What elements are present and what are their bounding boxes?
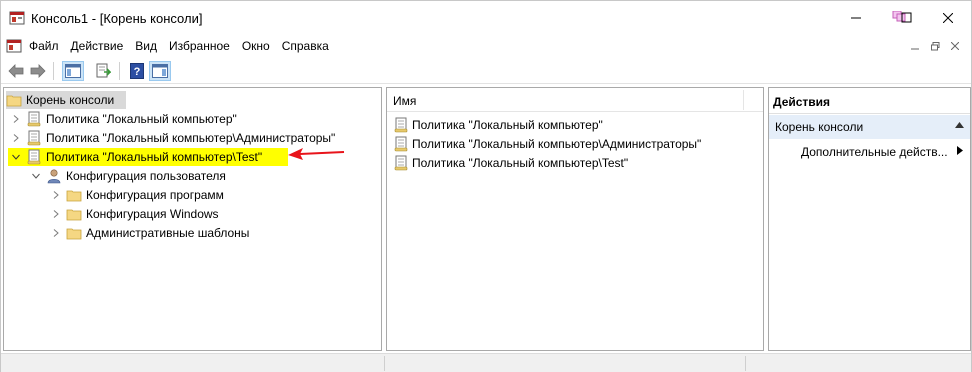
show-hide-tree-icon[interactable] — [62, 61, 84, 81]
tree-root-label: Корень консоли — [26, 93, 115, 107]
folder-icon — [6, 92, 22, 108]
list-item[interactable]: Политика "Локальный компьютер\Администра… — [393, 135, 701, 153]
mmc-window: Консоль1 - [Корень консоли] Файл Действи… — [0, 0, 972, 372]
policy-scroll-icon — [26, 130, 42, 146]
list-item[interactable]: Политика "Локальный компьютер" — [393, 116, 603, 134]
chevron-right-icon[interactable] — [50, 191, 62, 199]
actions-section-label: Корень консоли — [775, 120, 864, 134]
policy-scroll-icon — [26, 111, 42, 127]
action-more-actions[interactable]: Дополнительные действ... — [801, 145, 948, 159]
policy-scroll-icon — [393, 136, 409, 152]
tree-item-label: Политика "Локальный компьютер\Test" — [46, 150, 263, 164]
policy-scroll-icon — [393, 155, 409, 171]
submenu-arrow-icon[interactable] — [957, 146, 963, 155]
svg-text:?: ? — [134, 66, 141, 78]
results-pane[interactable]: Имя Политика "Локальный компьютер" Полит… — [386, 87, 764, 351]
chevron-down-icon[interactable] — [30, 173, 42, 179]
child-restore-button[interactable] — [925, 39, 945, 53]
tree-item-label: Конфигурация программ — [86, 188, 224, 202]
maximize-button[interactable] — [879, 1, 925, 35]
user-icon — [46, 168, 62, 184]
window-title: Консоль1 - [Корень консоли] — [31, 11, 203, 26]
chevron-right-icon[interactable] — [10, 134, 22, 142]
menu-bar: Файл Действие Вид Избранное Окно Справка — [1, 35, 971, 57]
policy-scroll-icon — [393, 117, 409, 133]
status-divider — [745, 356, 746, 371]
chevron-right-icon[interactable] — [50, 210, 62, 218]
tree-root[interactable]: Корень консоли — [6, 91, 126, 109]
folder-icon — [66, 225, 82, 241]
list-item-label: Политика "Локальный компьютер" — [412, 118, 603, 132]
tree-item-local-computer-admins-policy[interactable]: Политика "Локальный компьютер\Администра… — [10, 129, 335, 147]
console-tree-pane[interactable]: Корень консоли Политика "Локальный компь… — [3, 87, 382, 351]
list-header: Имя — [387, 88, 763, 112]
chevron-down-icon[interactable] — [10, 154, 22, 160]
menu-action[interactable]: Действие — [65, 39, 130, 53]
chevron-right-icon[interactable] — [10, 115, 22, 123]
close-button[interactable] — [925, 1, 971, 35]
actions-pane: Действия Корень консоли Дополнительные д… — [768, 87, 971, 351]
list-item-label: Политика "Локальный компьютер\Администра… — [412, 137, 702, 151]
mmc-app-icon — [9, 10, 25, 26]
child-minimize-button[interactable] — [905, 39, 925, 53]
actions-header: Действия — [769, 88, 970, 114]
status-divider — [384, 356, 385, 371]
actions-section-console-root[interactable]: Корень консоли — [769, 115, 970, 139]
minimize-button[interactable] — [833, 1, 879, 35]
menu-help[interactable]: Справка — [276, 39, 335, 53]
title-bar: Консоль1 - [Корень консоли] — [1, 1, 971, 35]
tree-item-label: Конфигурация пользователя — [66, 169, 226, 183]
tree-item-software-settings[interactable]: Конфигурация программ — [50, 186, 224, 204]
folder-icon — [66, 206, 82, 222]
tree-item-label: Политика "Локальный компьютер\Администра… — [46, 131, 336, 145]
actions-title: Действия — [773, 95, 831, 109]
status-bar — [1, 353, 971, 372]
list-item-label: Политика "Локальный компьютер\Test" — [412, 156, 629, 170]
tree-item-local-computer-test-policy[interactable]: Политика "Локальный компьютер\Test" — [8, 148, 288, 166]
tree-item-label: Политика "Локальный компьютер" — [46, 112, 237, 126]
tree-item-local-computer-policy[interactable]: Политика "Локальный компьютер" — [10, 110, 237, 128]
folder-icon — [66, 187, 82, 203]
chevron-right-icon[interactable] — [50, 229, 62, 237]
tree-item-windows-settings[interactable]: Конфигурация Windows — [50, 205, 219, 223]
toolbar: ? — [1, 58, 971, 84]
collapse-caret-icon[interactable] — [955, 122, 964, 128]
tree-item-label: Конфигурация Windows — [86, 207, 219, 221]
list-item[interactable]: Политика "Локальный компьютер\Test" — [393, 154, 628, 172]
menu-view[interactable]: Вид — [129, 39, 163, 53]
console-system-menu-icon[interactable] — [6, 38, 22, 54]
menu-favorites[interactable]: Избранное — [163, 39, 236, 53]
show-hide-action-pane-icon[interactable] — [149, 61, 171, 81]
column-divider[interactable] — [743, 90, 744, 110]
annotation-arrow-icon — [288, 148, 345, 160]
policy-scroll-icon — [26, 149, 42, 165]
tree-item-user-configuration[interactable]: Конфигурация пользователя — [30, 167, 226, 185]
forward-icon[interactable] — [27, 61, 49, 81]
column-header-name[interactable]: Имя — [393, 94, 416, 108]
tree-item-administrative-templates[interactable]: Административные шаблоны — [50, 224, 249, 242]
menu-file[interactable]: Файл — [23, 39, 65, 53]
menu-window[interactable]: Окно — [236, 39, 276, 53]
back-icon[interactable] — [5, 61, 27, 81]
tree-item-label: Административные шаблоны — [86, 226, 250, 240]
child-close-button[interactable] — [945, 39, 965, 53]
help-icon[interactable]: ? — [126, 61, 148, 81]
export-list-icon[interactable] — [92, 61, 114, 81]
